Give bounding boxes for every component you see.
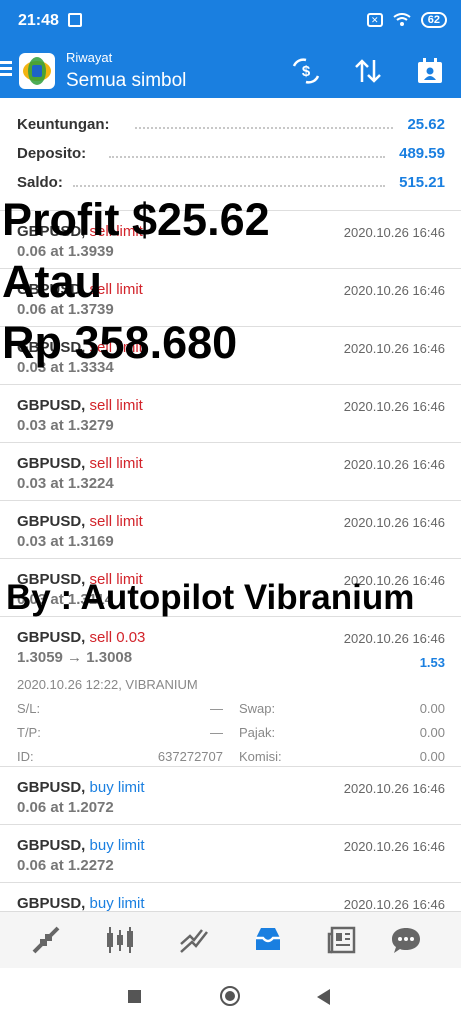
deal-date: 2020.10.26 16:46 — [343, 631, 445, 646]
back-button[interactable] — [317, 989, 330, 1005]
tp-value: — — [210, 725, 223, 740]
order-date: 2020.10.26 16:46 — [343, 781, 445, 796]
list-item[interactable]: GBPUSD, sell limit 0.03 at 1.3279 2020.1… — [0, 384, 461, 442]
order-date: 2020.10.26 16:46 — [343, 341, 445, 356]
order-date: 2020.10.26 16:46 — [343, 515, 445, 530]
deal-symbol: GBPUSD, — [17, 629, 86, 646]
profit-label: Keuntungan: — [17, 116, 110, 133]
deal-item[interactable]: GBPUSD, sell 0.03 1.3059 → 1.3008 2020.1… — [0, 616, 461, 766]
order-symbol: GBPUSD, — [17, 455, 86, 472]
notification-icon — [68, 13, 82, 27]
overlay-rupiah-text: Rp 358.680 — [2, 317, 238, 368]
order-detail: 0.03 at 1.3169 — [17, 533, 114, 550]
order-detail: 0.06 at 1.2072 — [17, 799, 114, 816]
swap-label: Swap: — [239, 701, 276, 716]
order-symbol: GBPUSD, — [17, 779, 86, 796]
overlay-profit-text: Profit $25.62 — [2, 194, 270, 245]
profit-value: 25.62 — [407, 116, 445, 133]
profit-row: Keuntungan: 25.62 — [17, 114, 445, 138]
bottom-navigation — [0, 911, 461, 968]
recents-button[interactable] — [128, 990, 141, 1003]
deposit-row: Deposito: 489.59 — [17, 143, 445, 167]
commission-value: 0.00 — [419, 749, 445, 764]
sl-value: — — [210, 701, 223, 716]
currency-filter-icon[interactable]: $ — [291, 56, 321, 86]
deal-open-info: 2020.10.26 12:22, VIBRANIUM — [17, 677, 198, 692]
deal-prices: 1.3059 → 1.3008 — [17, 649, 133, 666]
news-icon[interactable] — [326, 924, 358, 956]
battery-indicator: 62 — [420, 12, 447, 28]
tax-value: 0.00 — [419, 725, 445, 740]
id-label: ID: — [17, 749, 34, 764]
tp-label: T/P: — [17, 725, 41, 740]
order-date: 2020.10.26 16:46 — [343, 839, 445, 854]
deal-profit: 1.53 — [419, 655, 445, 670]
list-item[interactable]: GBPUSD, buy limit 0.06 at 1.2072 2020.10… — [0, 766, 461, 824]
sl-label: S/L: — [17, 701, 41, 716]
app-logo — [19, 53, 55, 89]
order-type: buy limit — [89, 895, 145, 912]
order-date: 2020.10.26 16:46 — [343, 457, 445, 472]
tax-label: Pajak: — [239, 725, 276, 740]
chart-icon[interactable] — [104, 924, 136, 956]
balance-row: Saldo: 515.21 — [17, 172, 445, 196]
order-date: 2020.10.26 16:46 — [343, 225, 445, 240]
commission-label: Komisi: — [239, 749, 282, 764]
balance-value: 515.21 — [399, 174, 445, 191]
swap-value: 0.00 — [419, 701, 445, 716]
account-summary: Keuntungan: 25.62 Deposito: 489.59 Saldo… — [0, 98, 461, 208]
chat-icon[interactable] — [390, 924, 422, 956]
list-item[interactable]: GBPUSD, sell limit 0.03 at 1.3224 2020.1… — [0, 442, 461, 500]
order-symbol: GBPUSD, — [17, 895, 86, 912]
page-title[interactable]: Semua simbol — [66, 70, 186, 92]
order-date: 2020.10.26 16:46 — [343, 283, 445, 298]
calendar-icon[interactable] — [415, 56, 445, 86]
order-date: 2020.10.26 16:46 — [343, 399, 445, 414]
order-symbol: GBPUSD, — [17, 397, 86, 414]
menu-icon[interactable] — [0, 61, 12, 77]
order-date: 2020.10.26 16:46 — [343, 897, 445, 912]
app-bar: Riwayat Semua simbol $ — [0, 44, 461, 98]
order-type: buy limit — [89, 779, 145, 796]
sort-icon[interactable] — [353, 56, 383, 86]
order-detail: 0.06 at 1.2272 — [17, 857, 114, 874]
order-type: sell limit — [89, 397, 143, 414]
overlay-author-text: By : Autopilot Vibranium — [6, 578, 415, 617]
order-symbol: GBPUSD, — [17, 837, 86, 854]
svg-text:$: $ — [302, 63, 311, 80]
order-detail: 0.03 at 1.3224 — [17, 475, 114, 492]
list-item[interactable]: GBPUSD, sell limit 0.03 at 1.3169 2020.1… — [0, 500, 461, 558]
list-item[interactable]: GBPUSD, buy limit 0.06 at 1.2272 2020.10… — [0, 824, 461, 882]
status-bar: 21:48 ✕ 62 — [0, 0, 461, 44]
overlay-or-text: Atau — [2, 256, 102, 307]
order-symbol: GBPUSD, — [17, 513, 86, 530]
sim-icon: ✕ — [366, 13, 383, 27]
balance-label: Saldo: — [17, 174, 63, 191]
order-detail: 0.03 at 1.3279 — [17, 417, 114, 434]
page-subtitle: Riwayat — [66, 50, 113, 65]
clock: 21:48 — [18, 12, 59, 29]
deal-type: sell 0.03 — [89, 629, 146, 646]
home-button[interactable] — [220, 986, 240, 1006]
id-value: 637272707 — [157, 749, 223, 764]
wifi-icon — [393, 13, 411, 26]
quotes-icon[interactable] — [30, 924, 62, 956]
deposit-value: 489.59 — [399, 145, 445, 162]
deposit-label: Deposito: — [17, 145, 87, 162]
order-type: sell limit — [89, 513, 143, 530]
history-icon[interactable] — [252, 924, 284, 956]
system-navigation — [0, 968, 461, 1024]
order-type: sell limit — [89, 455, 143, 472]
trade-icon[interactable] — [178, 924, 210, 956]
order-type: buy limit — [89, 837, 145, 854]
